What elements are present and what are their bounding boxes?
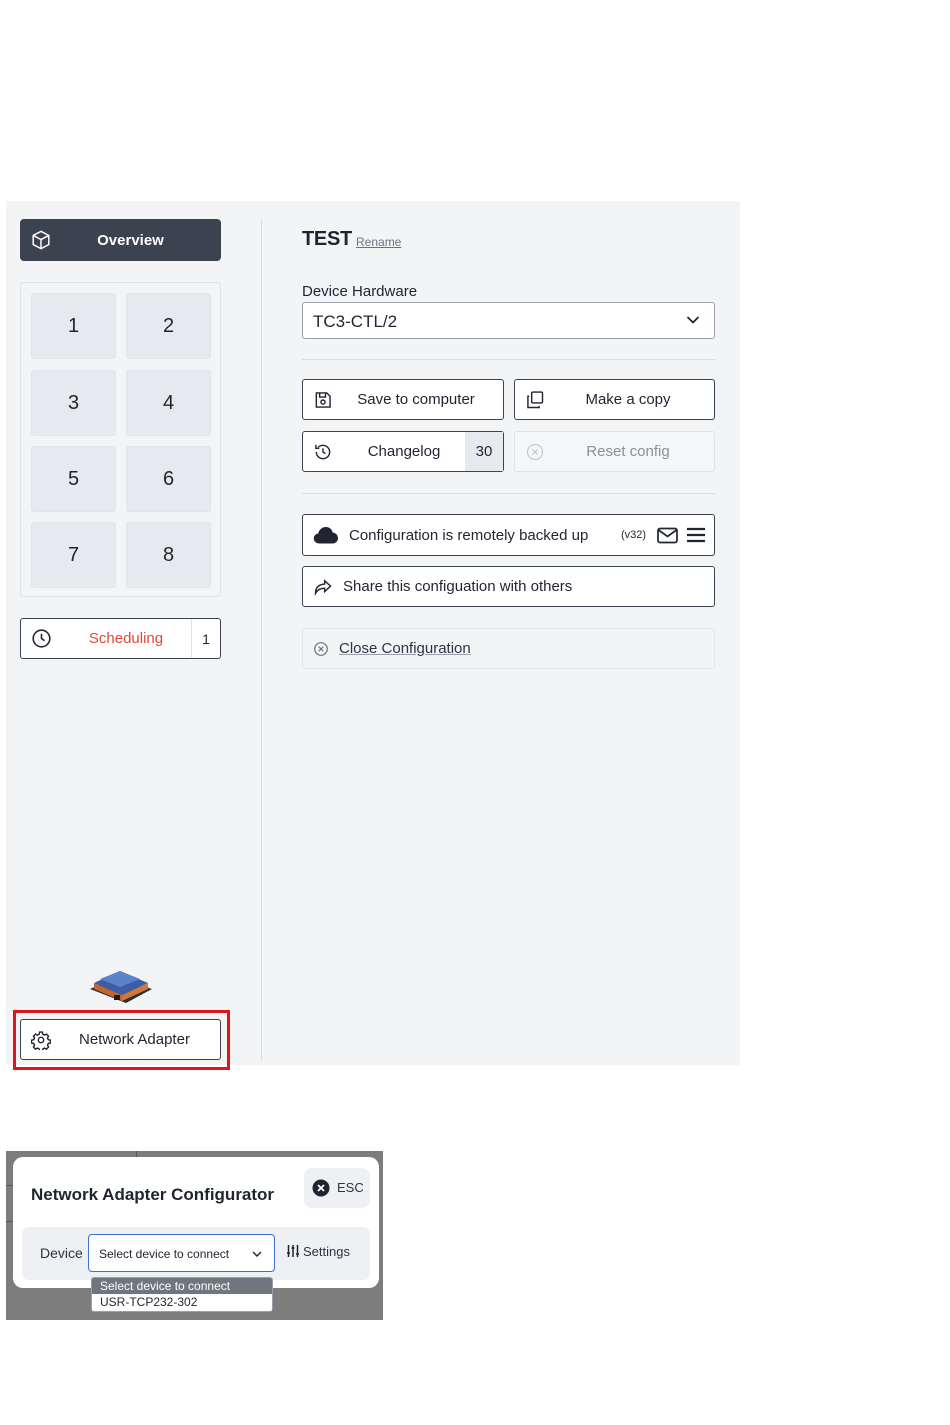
copy-icon [527, 391, 544, 409]
device-select-value: Select device to connect [99, 1247, 230, 1261]
section-divider [302, 359, 715, 360]
tile-1[interactable]: 1 [31, 293, 116, 359]
rename-link[interactable]: Rename [356, 235, 401, 249]
gear-icon [31, 1031, 51, 1050]
chevron-down-icon [686, 316, 700, 324]
close-circle-icon [314, 642, 328, 656]
network-adapter-dialog-screenshot: Network Adapter Configurator ESC Device … [6, 1151, 383, 1320]
save-to-computer-button[interactable]: Save to computer [302, 379, 504, 420]
tile-7[interactable]: 7 [31, 522, 116, 588]
scheduling-count-badge: 1 [191, 619, 220, 658]
menu-icon[interactable] [687, 527, 705, 543]
esc-close-button[interactable]: ESC [304, 1168, 370, 1208]
backup-version: (v32) [621, 529, 647, 541]
changelog-count-badge: 30 [465, 432, 503, 471]
network-adapter-configurator-dialog: Network Adapter Configurator ESC Device … [13, 1157, 379, 1288]
overview-label: Overview [97, 231, 164, 249]
overview-button[interactable]: Overview [20, 219, 221, 261]
remote-backup-label: Configuration is remotely backed up [349, 527, 589, 544]
sliders-icon [287, 1245, 299, 1257]
section-divider [302, 493, 715, 494]
column-divider [261, 219, 262, 1061]
network-adapter-device-image [90, 971, 152, 1003]
clock-icon [32, 629, 51, 648]
close-icon [312, 1179, 330, 1197]
network-adapter-button[interactable]: Network Adapter [20, 1019, 221, 1060]
esc-label: ESC [337, 1180, 364, 1195]
close-configuration-label: Close Configuration [339, 640, 471, 657]
settings-button[interactable]: Settings [286, 1244, 350, 1259]
reset-config-button[interactable]: Reset config [514, 431, 715, 472]
tile-4[interactable]: 4 [126, 370, 211, 436]
output-tile-grid: 1 2 3 4 5 6 7 8 [20, 282, 221, 597]
changelog-button[interactable]: Changelog 30 [302, 431, 504, 472]
close-circle-icon [526, 443, 544, 461]
settings-label: Settings [303, 1244, 350, 1259]
config-title: TEST [302, 228, 352, 250]
history-icon [315, 444, 331, 460]
device-hardware-label: Device Hardware [302, 283, 418, 300]
close-configuration-button[interactable]: Close Configuration [302, 628, 715, 669]
tile-8[interactable]: 8 [126, 522, 211, 588]
reset-config-label: Reset config [586, 443, 670, 460]
make-a-copy-label: Make a copy [585, 391, 671, 408]
device-option[interactable]: USR-TCP232-302 [92, 1294, 272, 1310]
scheduling-label: Scheduling [88, 630, 164, 647]
tile-6[interactable]: 6 [126, 446, 211, 512]
tile-5[interactable]: 5 [31, 446, 116, 512]
device-row: Device Select device to connect Settings [22, 1227, 370, 1280]
mail-icon[interactable] [657, 527, 678, 544]
share-icon [314, 579, 332, 596]
cloud-icon [313, 527, 338, 544]
share-config-button[interactable]: Share this configuation with others [302, 566, 715, 607]
device-hardware-select[interactable]: TC3-CTL/2 [302, 302, 715, 339]
scheduling-button[interactable]: Scheduling 1 [20, 618, 221, 659]
device-select[interactable]: Select device to connect [88, 1234, 275, 1272]
device-option[interactable]: Select device to connect [92, 1278, 272, 1294]
network-adapter-label: Network Adapter [79, 1031, 190, 1048]
device-hardware-value: TC3-CTL/2 [313, 312, 398, 331]
dialog-title: Network Adapter Configurator [31, 1185, 275, 1204]
remote-backup-bar: Configuration is remotely backed up (v32… [302, 514, 715, 556]
tile-2[interactable]: 2 [126, 293, 211, 359]
chevron-down-icon [252, 1251, 262, 1257]
configuration-panel: Overview 1 2 3 4 5 6 7 8 Scheduling 1 Ne… [6, 201, 740, 1070]
device-label: Device [40, 1245, 83, 1261]
share-config-label: Share this configuation with others [343, 578, 573, 595]
changelog-label: Changelog [367, 443, 441, 460]
tile-3[interactable]: 3 [31, 370, 116, 436]
make-a-copy-button[interactable]: Make a copy [514, 379, 715, 420]
floppy-disk-icon [315, 392, 331, 408]
device-options-dropdown: Select device to connect USR-TCP232-302 [91, 1277, 273, 1312]
save-to-computer-label: Save to computer [357, 391, 475, 408]
